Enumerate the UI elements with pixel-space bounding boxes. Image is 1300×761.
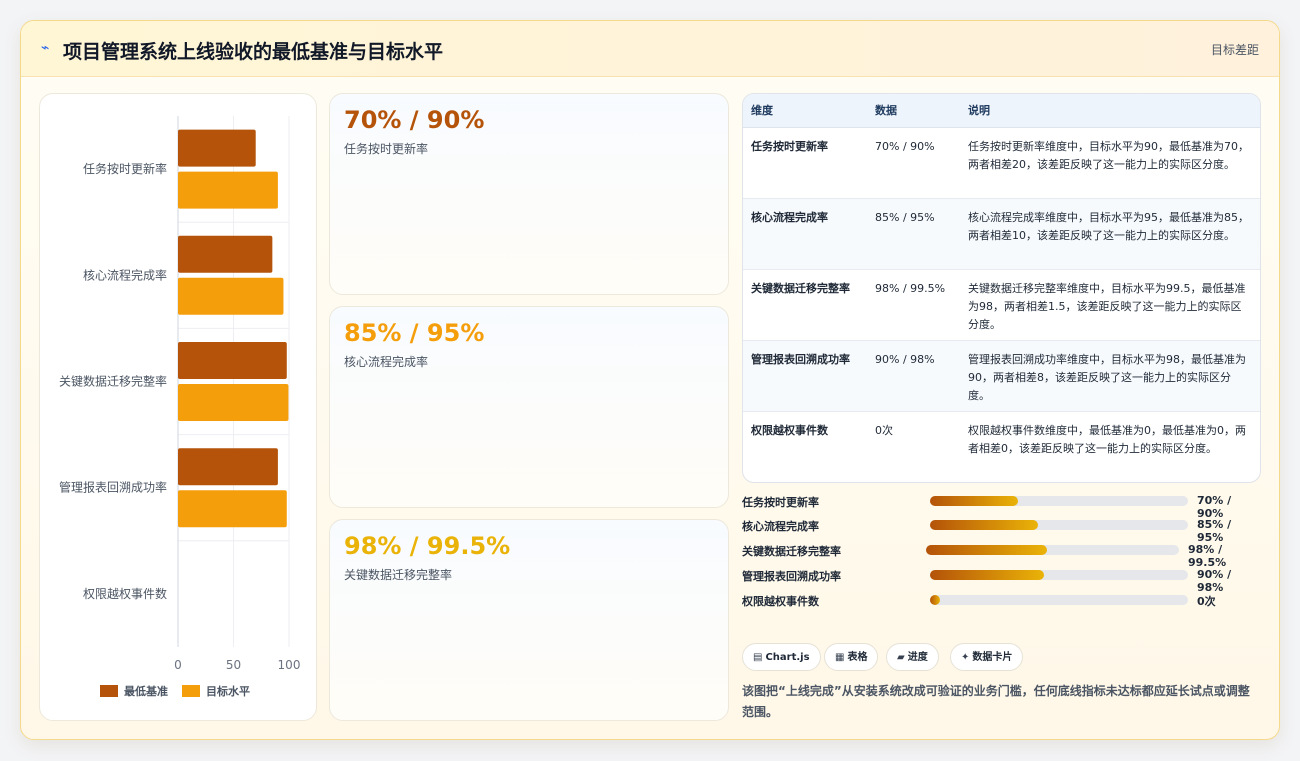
progress-row-0: 任务按时更新率 70% / 90% xyxy=(742,491,1261,520)
y-tick-label: 关键数据迁移完整率 xyxy=(59,374,167,389)
kpi-value: 70% / 90% xyxy=(344,106,485,134)
tag-chartjs[interactable]: ▤ Chart.js xyxy=(742,643,821,671)
footnote: 该图把“上线完成”从安装系统改成可验证的业务门槛，任何底线指标未达标都应延长试点… xyxy=(742,684,1250,719)
cell-description: 任务按时更新率维度中，目标水平为90，最低基准为70，两者相差20，该差距反映了… xyxy=(960,127,1260,199)
progress-fill xyxy=(930,570,1044,580)
x-tick-label: 100 xyxy=(278,658,301,672)
progress-track xyxy=(930,570,1188,580)
header-right-label: 目标差距 xyxy=(1210,43,1259,57)
kpi-card-1: 85% / 95% 核心流程完成率 xyxy=(329,306,729,508)
kpi-label: 任务按时更新率 xyxy=(344,142,429,156)
bar-target xyxy=(178,171,278,209)
tag-label: Chart.js xyxy=(765,652,810,663)
bar-target xyxy=(178,384,289,421)
y-tick-label: 权限越权事件数 xyxy=(83,586,167,601)
legend-label: 最低基准 xyxy=(124,684,168,698)
cell-data: 90% / 98% xyxy=(867,340,960,412)
table-icon: ▦ xyxy=(835,652,845,663)
tag-table[interactable]: ▦ 表格 xyxy=(824,643,879,671)
cell-dimension: 关键数据迁移完整率 xyxy=(743,269,867,341)
progress-row-2: 关键数据迁移完整率 98% / 99.5% xyxy=(742,540,1261,569)
chart-icon: ▤ xyxy=(753,652,763,663)
data-table: 维度 数据 说明 任务按时更新率 70% / 90% 任务按时更新率维度中，目标… xyxy=(742,93,1261,483)
kpi-card-0: 70% / 90% 任务按时更新率 xyxy=(329,93,729,295)
progress-fill xyxy=(930,595,941,605)
bar-minimum xyxy=(178,235,273,273)
legend-label: 目标水平 xyxy=(206,684,250,698)
kpi-label: 核心流程完成率 xyxy=(344,355,429,369)
bar-minimum xyxy=(178,342,287,379)
lightning-icon: ⌁ xyxy=(41,40,50,56)
table-row: 管理报表回溯成功率 90% / 98% 管理报表回溯成功率维度中，目标水平为98… xyxy=(743,340,1260,412)
x-tick-label: 50 xyxy=(226,658,241,672)
y-tick-label: 核心流程完成率 xyxy=(83,267,167,282)
bar-target xyxy=(178,277,284,315)
progress-track xyxy=(930,595,1188,605)
col-header-dimension: 维度 xyxy=(743,94,867,128)
table-row: 权限越权事件数 0次 权限越权事件数维度中，最低基准为0，最低基准为0，两者相差… xyxy=(743,411,1260,482)
bar-target xyxy=(178,490,287,528)
tag-label: 表格 xyxy=(847,652,868,663)
tag-label: 进度 xyxy=(907,652,928,663)
progress-fill xyxy=(926,545,1048,555)
legend-swatch xyxy=(182,685,200,697)
cell-description: 权限越权事件数维度中，最低基准为0，最低基准为0，两者相差0，该差距反映了这一能… xyxy=(968,423,1246,455)
kpi-card-2: 98% / 99.5% 关键数据迁移完整率 xyxy=(329,519,729,721)
cell-description: 关键数据迁移完整率维度中，目标水平为99.5，最低基准为98，两者相差1.5，该… xyxy=(960,269,1260,341)
cell-dimension: 任务按时更新率 xyxy=(743,127,867,199)
cell-dimension: 权限越权事件数 xyxy=(751,423,828,437)
progress-label: 管理报表回溯成功率 xyxy=(742,570,841,583)
progress-track xyxy=(930,496,1188,506)
progress-fill xyxy=(930,496,1018,506)
progress-icon: ▰ xyxy=(897,652,905,663)
progress-label: 关键数据迁移完整率 xyxy=(742,545,841,558)
progress-track xyxy=(926,545,1179,555)
sparkle-icon: ✦ xyxy=(961,652,970,663)
col-header-data: 数据 xyxy=(867,94,960,128)
progress-label: 核心流程完成率 xyxy=(742,520,819,533)
progress-fill xyxy=(930,520,1039,530)
progress-row-3: 管理报表回溯成功率 90% / 98% xyxy=(742,565,1261,594)
bar-minimum xyxy=(178,129,256,167)
cell-data: 0次 xyxy=(875,423,893,437)
header: ⌁ 项目管理系统上线验收的最低基准与目标水平 目标差距 xyxy=(21,21,1279,77)
cell-data: 98% / 99.5% xyxy=(867,269,960,341)
progress-track xyxy=(930,520,1188,530)
cell-data: 85% / 95% xyxy=(867,198,960,270)
progress-value: 0次 xyxy=(1197,595,1216,608)
progress-label: 权限越权事件数 xyxy=(742,595,819,608)
cell-dimension: 管理报表回溯成功率 xyxy=(743,340,867,412)
kpi-value: 85% / 95% xyxy=(344,319,485,347)
tag-progress[interactable]: ▰ 进度 xyxy=(886,643,939,671)
progress-label: 任务按时更新率 xyxy=(742,496,819,509)
cell-dimension: 核心流程完成率 xyxy=(743,198,867,270)
cell-description: 核心流程完成率维度中，目标水平为95，最低基准为85，两者相差10，该差距反映了… xyxy=(960,198,1260,270)
bar-chart: 0 50 100 任务按时更新率核心流程完成率关键数据迁移完整率管理报表回溯成功率权限… xyxy=(59,116,301,698)
cell-data: 70% / 90% xyxy=(867,127,960,199)
chart-panel: 0 50 100 任务按时更新率 核心流程完成率关键数据迁移完整率 管理报表回溯成功率权限… xyxy=(39,93,317,721)
col-header-description: 说明 xyxy=(960,94,1260,128)
legend-swatch xyxy=(100,685,118,697)
table-row: 任务按时更新率 70% / 90% 任务按时更新率维度中，目标水平为90，最低基… xyxy=(743,127,1260,199)
kpi-label: 关键数据迁移完整率 xyxy=(344,568,453,582)
page-title: 项目管理系统上线验收的最低基准与目标水平 xyxy=(63,41,444,63)
tag-data-card[interactable]: ✦ 数据卡片 xyxy=(950,643,1024,671)
table-header-row: 维度 数据 说明 xyxy=(743,94,1260,128)
dashboard-card: ⌁ 项目管理系统上线验收的最低基准与目标水平 目标差距 0 50 100 任务按时更新… xyxy=(20,20,1280,740)
tag-label: 数据卡片 xyxy=(972,652,1013,663)
y-tick-label: 管理报表回溯成功率 xyxy=(59,480,167,495)
bar-minimum xyxy=(178,448,278,486)
table-row: 关键数据迁移完整率 98% / 99.5% 关键数据迁移完整率维度中，目标水平为… xyxy=(743,269,1260,341)
y-tick-label: 任务按时更新率 xyxy=(83,161,167,176)
progress-row-4: 权限越权事件数 0次 xyxy=(742,590,1261,610)
table-row: 核心流程完成率 85% / 95% 核心流程完成率维度中，目标水平为95，最低基… xyxy=(743,198,1260,270)
kpi-value: 98% / 99.5% xyxy=(344,532,511,560)
cell-description: 管理报表回溯成功率维度中，目标水平为98，最低基准为90，两者相差8，该差距反映… xyxy=(960,340,1260,412)
progress-row-1: 核心流程完成率 85% / 95% xyxy=(742,515,1261,544)
x-tick-label: 0 xyxy=(174,658,182,672)
